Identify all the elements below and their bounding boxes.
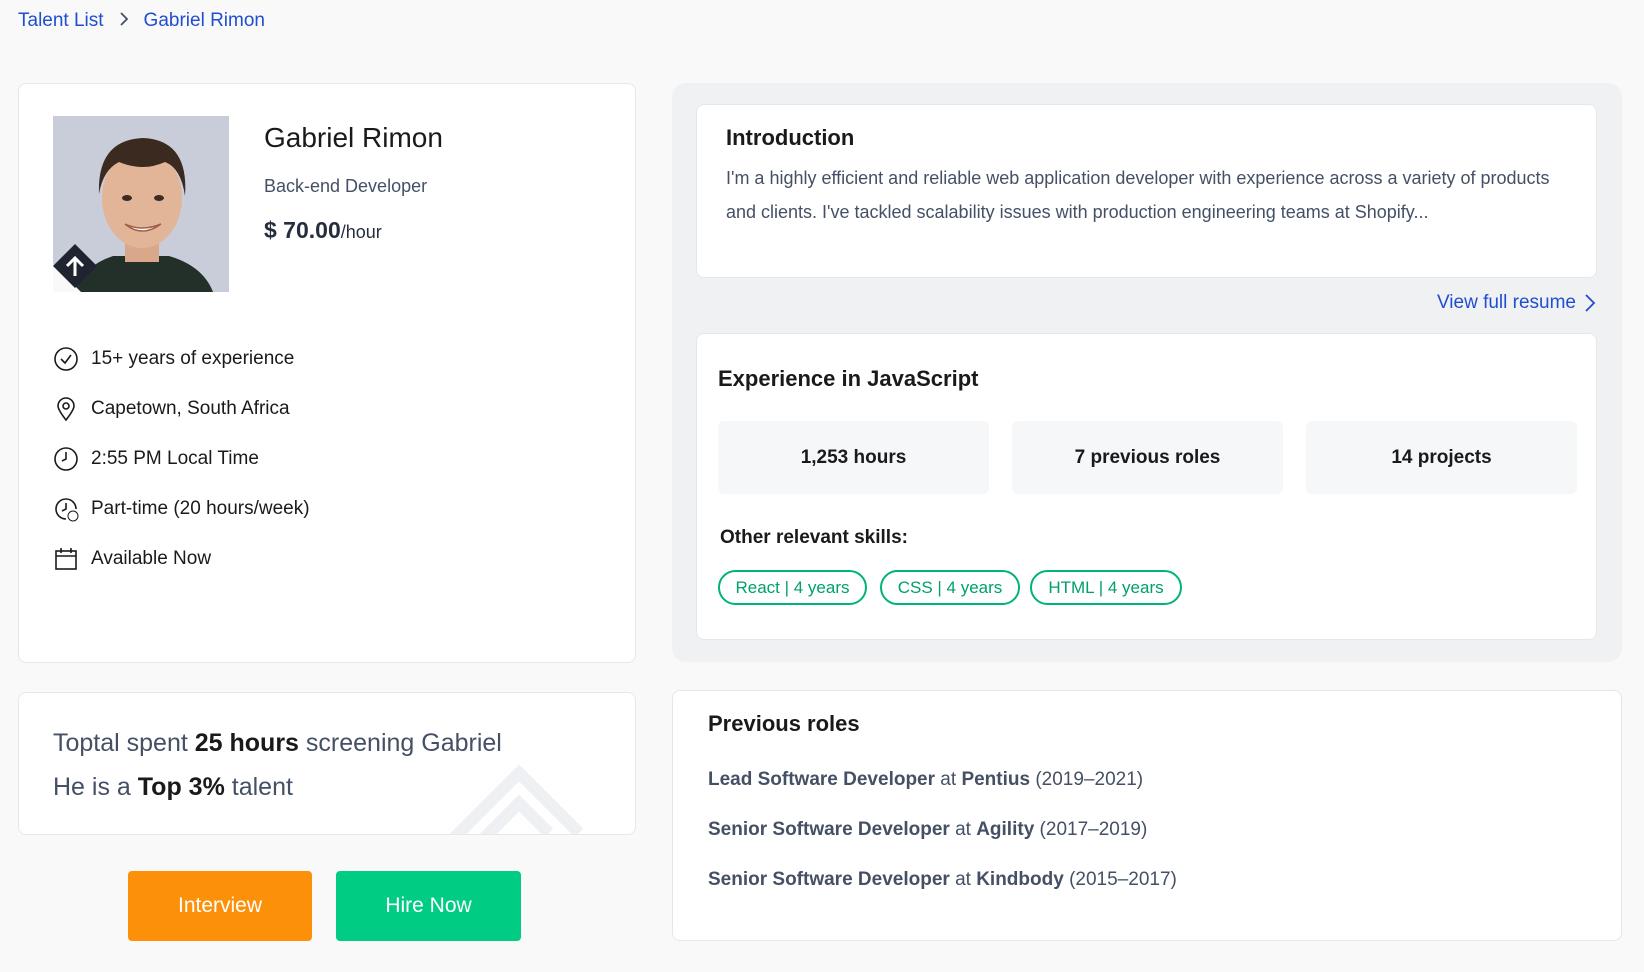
- previous-role-item: Senior Software Developer at Kindbody (2…: [708, 869, 1177, 891]
- screening-hours-line: Toptal spent 25 hours screening Gabriel: [53, 729, 502, 758]
- role-years: (2017–2019): [1034, 819, 1148, 840]
- role-connector: at: [935, 769, 962, 790]
- profile-role: Back-end Developer: [264, 176, 428, 196]
- role-title: Lead Software Developer: [708, 769, 936, 790]
- check-circle-icon: [54, 347, 78, 371]
- role-connector: at: [949, 819, 977, 840]
- stat-hours: 1,253 hours: [718, 421, 989, 494]
- fact-available: Available Now: [53, 534, 310, 584]
- role-years: (2015–2017): [1063, 869, 1177, 890]
- skill-chip[interactable]: HTML | 4 years: [1030, 570, 1182, 605]
- rate-unit: /hour: [340, 222, 382, 242]
- role-title: Senior Software Developer: [708, 819, 950, 840]
- skills-label: Other relevant skills:: [720, 527, 908, 548]
- hire-now-button[interactable]: Hire Now: [336, 871, 521, 941]
- fact-text: Capetown, South Africa: [91, 398, 290, 419]
- skill-chip[interactable]: React | 4 years: [718, 570, 867, 605]
- fact-text: Available Now: [91, 548, 212, 569]
- top-percent: Top 3%: [137, 773, 225, 801]
- clock-icon: [54, 447, 78, 471]
- screening-hours: 25 hours: [194, 729, 299, 757]
- top-talent-line: He is a Top 3% talent: [53, 773, 293, 802]
- profile-name: Gabriel Rimon: [264, 122, 443, 153]
- fact-location: Capetown, South Africa: [53, 384, 310, 434]
- role-title: Senior Software Developer: [708, 869, 950, 890]
- screening-text: He is a: [53, 773, 138, 801]
- skill-chip[interactable]: CSS | 4 years: [880, 570, 1020, 605]
- interview-button[interactable]: Interview: [128, 871, 312, 941]
- breadcrumb-talent-list-link[interactable]: Talent List: [18, 10, 104, 32]
- fact-experience: 15+ years of experience: [53, 334, 310, 384]
- view-full-resume-label: View full resume: [1436, 292, 1576, 313]
- stat-previous-roles: 7 previous roles: [1012, 421, 1283, 494]
- profile-card: Gabriel Rimon Back-end Developer $ 70.00…: [18, 83, 636, 663]
- screening-card: Toptal spent 25 hours screening Gabriel …: [18, 692, 636, 835]
- calendar-icon: [55, 548, 77, 570]
- role-connector: at: [949, 869, 977, 890]
- introduction-text: I'm a highly efficient and reliable web …: [726, 168, 1550, 222]
- fact-text: Part-time (20 hours/week): [91, 498, 310, 519]
- screening-text: talent: [224, 773, 293, 801]
- part-time-clock-icon: [55, 498, 79, 522]
- previous-roles-title: Previous roles: [708, 711, 860, 736]
- experience-card: Experience in JavaScript 1,253 hours 7 p…: [696, 333, 1597, 640]
- screening-text: screening Gabriel: [298, 729, 502, 757]
- previous-roles-card: Previous roles Lead Software Developer a…: [672, 690, 1622, 941]
- profile-facts: 15+ years of experience Capetown, South …: [53, 334, 310, 584]
- introduction-card: Introduction I'm a highly efficient and …: [696, 104, 1597, 278]
- avatar: [53, 116, 229, 292]
- role-company: Agility: [976, 819, 1035, 840]
- chevron-right-icon: [1585, 294, 1596, 312]
- chevron-right-icon: [118, 11, 130, 32]
- experience-title: Experience in JavaScript: [718, 366, 979, 391]
- fact-local-time: 2:55 PM Local Time: [53, 434, 310, 484]
- toptal-watermark-icon: [449, 764, 584, 834]
- role-company: Kindbody: [976, 869, 1064, 890]
- fact-availability-hours: Part-time (20 hours/week): [53, 484, 310, 534]
- fact-text: 2:55 PM Local Time: [91, 448, 259, 469]
- view-full-resume-link[interactable]: View full resume: [1437, 292, 1596, 314]
- introduction-title: Introduction: [726, 125, 855, 150]
- role-years: (2019–2021): [1030, 769, 1144, 790]
- stat-projects: 14 projects: [1306, 421, 1577, 494]
- hourly-rate: $ 70.00/hour: [264, 217, 382, 244]
- location-pin-icon: [57, 397, 75, 422]
- screening-text: Toptal spent: [53, 729, 195, 757]
- previous-role-item: Lead Software Developer at Pentius (2019…: [708, 769, 1143, 791]
- fact-text: 15+ years of experience: [91, 348, 295, 369]
- rate-amount: $ 70.00: [264, 217, 341, 243]
- breadcrumb: Talent List Gabriel Rimon: [18, 10, 265, 32]
- breadcrumb-current[interactable]: Gabriel Rimon: [144, 10, 265, 32]
- role-company: Pentius: [961, 769, 1031, 790]
- previous-role-item: Senior Software Developer at Agility (20…: [708, 819, 1147, 841]
